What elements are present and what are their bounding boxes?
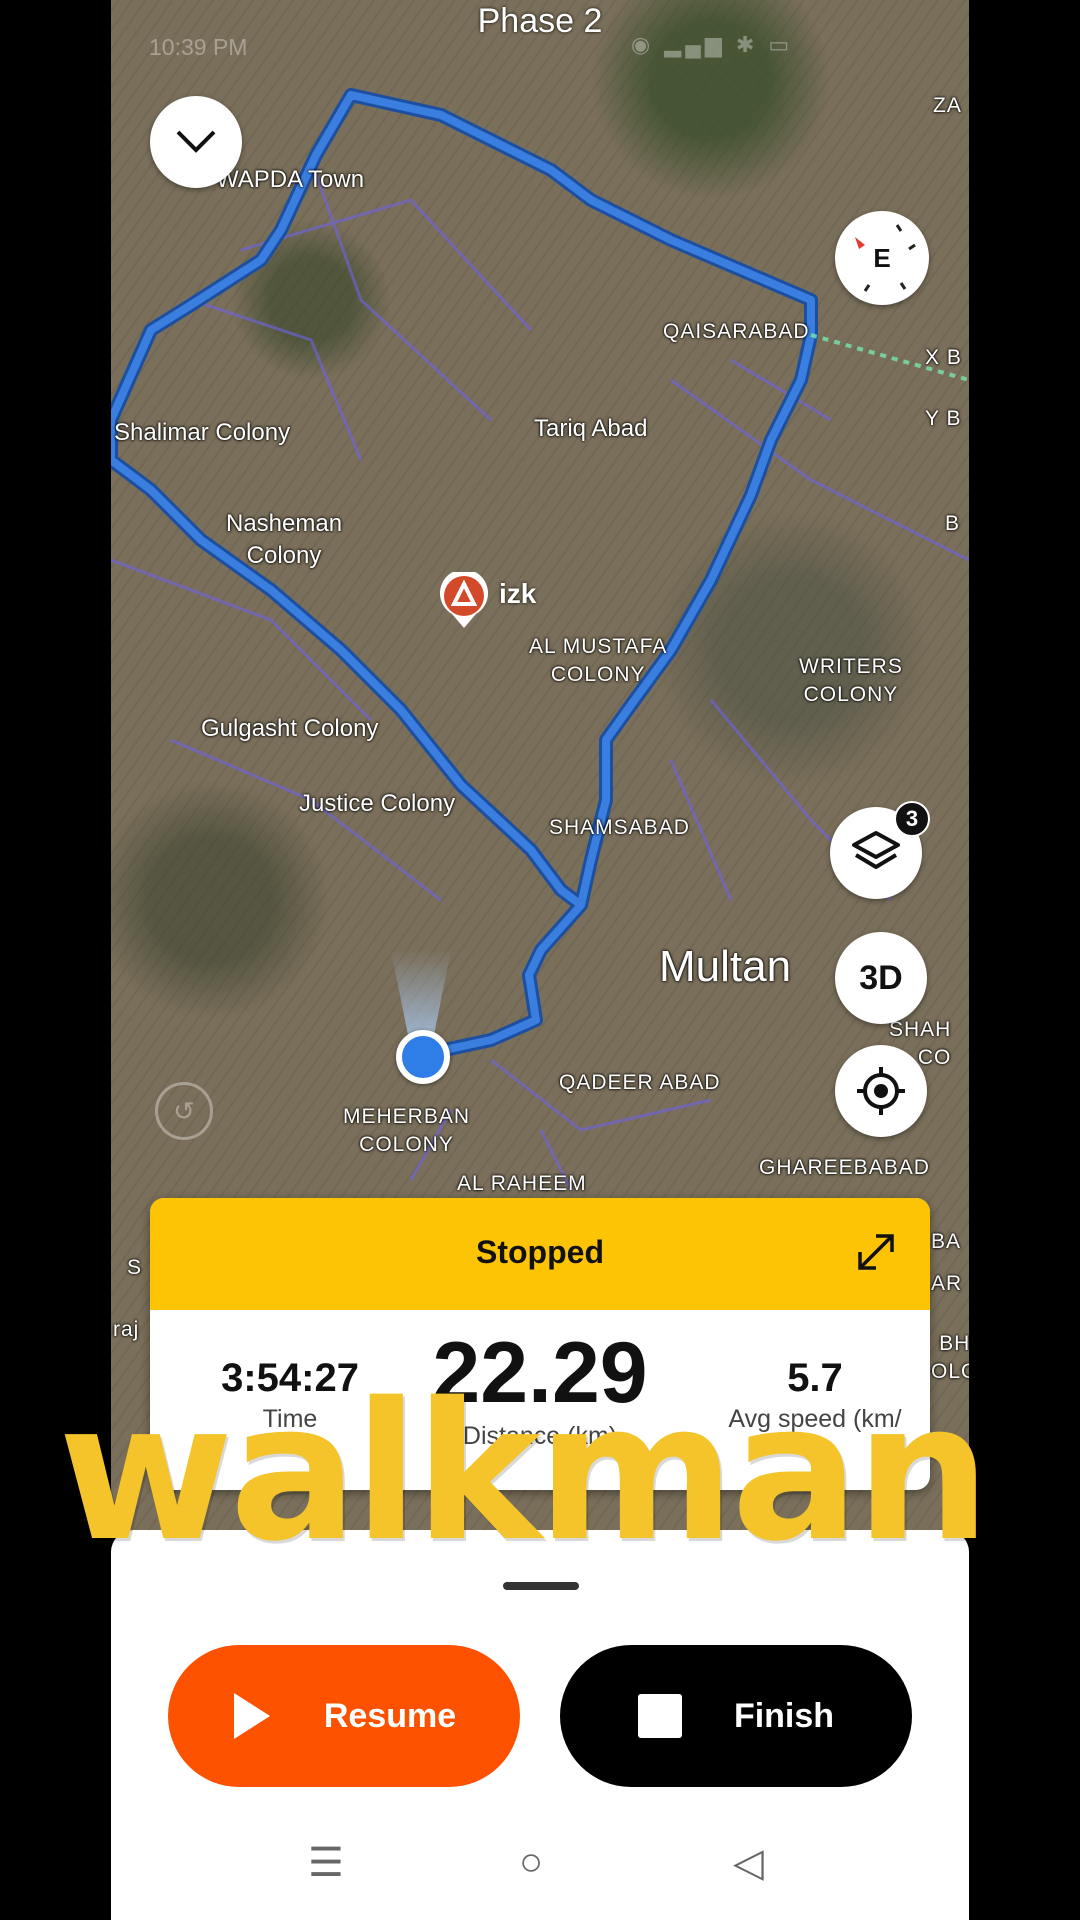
map-label-meherban: MEHERBAN COLONY bbox=[343, 1105, 471, 1156]
crosshair-icon bbox=[857, 1067, 905, 1115]
sheet-handle[interactable] bbox=[503, 1582, 579, 1590]
map-label-nasheman: Nasheman Colony bbox=[226, 510, 343, 569]
home-nav-icon[interactable]: ○ bbox=[519, 1840, 543, 1885]
map-label-qaisarabad: QAISARABAD bbox=[663, 320, 810, 343]
layers-badge: 3 bbox=[894, 801, 930, 837]
recents-nav-icon[interactable]: ☰ bbox=[308, 1840, 344, 1886]
history-icon[interactable]: ↺ bbox=[155, 1082, 213, 1140]
finish-button[interactable]: Finish bbox=[560, 1645, 912, 1787]
status-icons: ◉ ▂▄▆ ✱ ▭ bbox=[631, 32, 794, 57]
map-label-s: S bbox=[127, 1256, 143, 1279]
bottom-sheet: Resume Finish ☰ ○ ◁ bbox=[111, 1530, 969, 1920]
activity-status: Stopped bbox=[476, 1234, 604, 1270]
map-label-alraheem: AL RAHEEM bbox=[457, 1172, 587, 1195]
map-label-za: ZA bbox=[933, 94, 962, 117]
phone-screen: Phase 2 WAPDA Town QAISARABAD Shalimar C… bbox=[111, 0, 969, 1920]
stop-icon bbox=[637, 1694, 682, 1738]
watermark-text: walkman bbox=[58, 1362, 991, 1583]
map-label-gulgasht: Gulgasht Colony bbox=[201, 715, 379, 742]
map-label-b: B bbox=[945, 512, 961, 535]
map-label-writers: WRITERS COLONY bbox=[799, 655, 903, 706]
layers-icon bbox=[852, 831, 900, 869]
map-label-ba: BA bbox=[931, 1230, 962, 1253]
map-label-shamsabad: SHAMSABAD bbox=[549, 816, 690, 839]
map-label-shalimar: Shalimar Colony bbox=[114, 419, 291, 446]
poi-label[interactable]: izk bbox=[499, 578, 536, 610]
compass-button[interactable]: E bbox=[835, 211, 929, 305]
map-label-tariq: Tariq Abad bbox=[534, 415, 648, 442]
compass-label: E bbox=[873, 242, 891, 273]
map-label-ghareebabad: GHAREEBABAD bbox=[759, 1156, 930, 1179]
back-nav-icon[interactable]: ◁ bbox=[733, 1840, 764, 1886]
map-view[interactable]: Phase 2 WAPDA Town QAISARABAD Shalimar C… bbox=[111, 0, 969, 1530]
map-label-qadeer: QADEER ABAD bbox=[559, 1071, 721, 1094]
map-label-wapda: WAPDA Town bbox=[216, 166, 365, 193]
finish-label: Finish bbox=[733, 1696, 835, 1735]
current-location-dot bbox=[396, 1030, 450, 1084]
map-label-almustafa: AL MUSTAFA COLONY bbox=[529, 635, 668, 686]
map-label-raj: raj bbox=[113, 1318, 140, 1341]
recenter-button[interactable] bbox=[835, 1045, 927, 1137]
map-label-justice: Justice Colony bbox=[299, 790, 456, 817]
status-time: 10:39 PM bbox=[149, 34, 248, 60]
layers-button[interactable]: 3 bbox=[830, 801, 930, 899]
poi-pin-icon[interactable] bbox=[438, 572, 490, 630]
stats-header: Stopped bbox=[150, 1198, 930, 1310]
collapse-button[interactable] bbox=[150, 96, 242, 188]
status-bar: 10:39 PM ◉ ▂▄▆ ✱ ▭ bbox=[111, 20, 969, 76]
system-nav-bar: ☰ ○ ◁ bbox=[111, 1830, 969, 1900]
map-label-multan: Multan bbox=[659, 942, 792, 991]
resume-button[interactable]: Resume bbox=[168, 1645, 520, 1787]
play-icon bbox=[233, 1693, 270, 1739]
3d-toggle-button[interactable]: 3D bbox=[835, 932, 927, 1024]
map-label-xb: X B bbox=[925, 346, 962, 369]
chevron-down-icon bbox=[176, 130, 216, 153]
map-label-ar: AR bbox=[931, 1272, 963, 1295]
expand-icon[interactable] bbox=[854, 1230, 898, 1274]
map-label-yb: Y B bbox=[925, 407, 962, 430]
resume-label: Resume bbox=[323, 1696, 457, 1735]
